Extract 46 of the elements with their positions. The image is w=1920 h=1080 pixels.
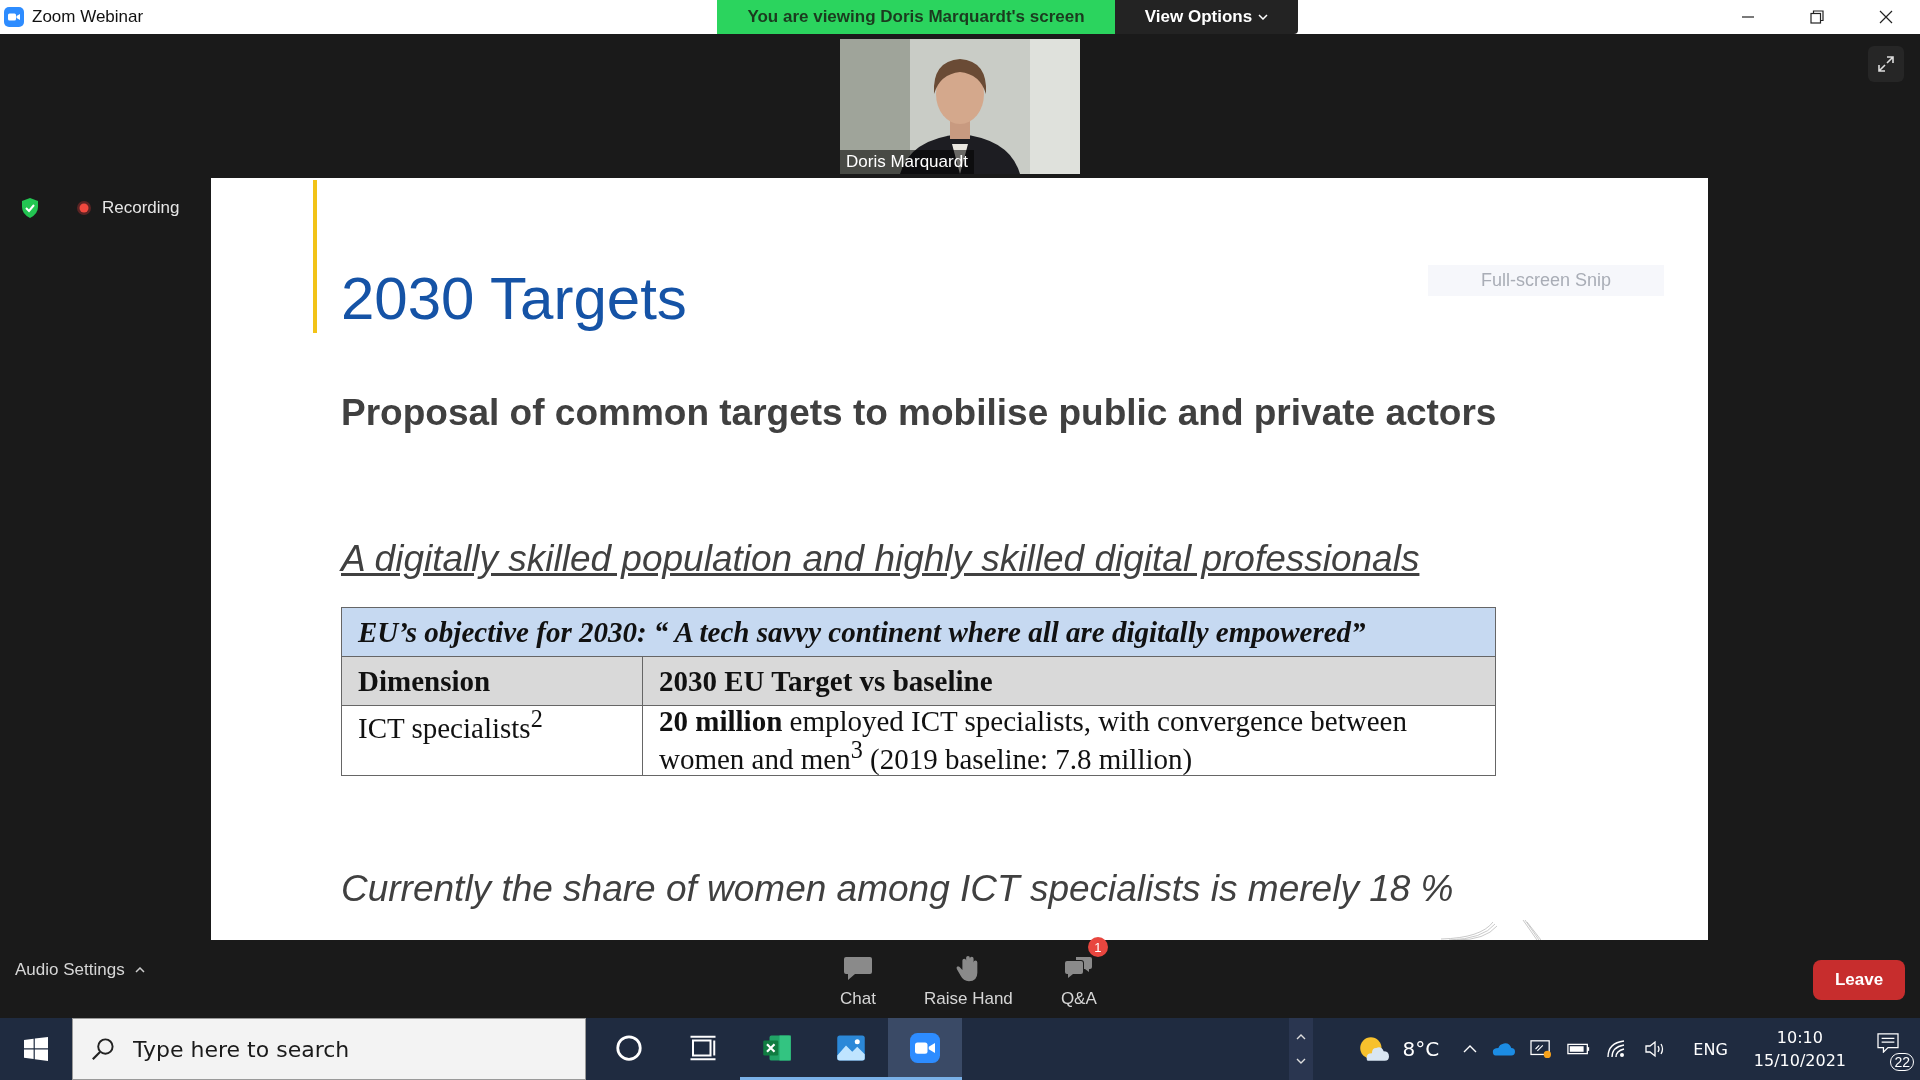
audio-settings-button[interactable]: Audio Settings <box>15 960 145 980</box>
zoom-logo-icon <box>4 7 24 27</box>
windows-icon <box>24 1037 48 1061</box>
chat-button[interactable]: Chat <box>812 935 904 1009</box>
table-cell: ICT specialists$^{2}$ <box>341 705 643 776</box>
slide-footer-text: Currently the share of women among ICT specialists is merely 18 % <box>341 867 1454 910</box>
shield-icon[interactable] <box>20 197 40 219</box>
recording-label: Recording <box>102 198 180 218</box>
close-icon[interactable] <box>1878 10 1893 24</box>
search-input[interactable]: Type here to search <box>131 1035 575 1063</box>
chevron-icon <box>1258 14 1269 20</box>
qa-button[interactable]: 1 Q&A <box>1032 935 1125 1009</box>
video-camera-icon <box>910 1032 940 1063</box>
window-title: Zoom Webinar <box>32 7 144 27</box>
clock[interactable]: 10:10 15/10/2021 <box>1753 1028 1846 1070</box>
scroll-arrows[interactable] <box>1288 1018 1313 1080</box>
view-options-button[interactable]: View Options <box>1115 0 1298 34</box>
notification-count: 22 <box>1890 1053 1914 1071</box>
expand-icon <box>1876 54 1896 74</box>
display-icon[interactable] <box>1529 1039 1554 1059</box>
search-icon <box>91 1037 115 1061</box>
fullscreen-button[interactable] <box>1868 46 1904 82</box>
column-header: Dimension <box>341 656 643 706</box>
section-heading: A digitally skilled population and highly skilled digital professionals <box>341 538 1420 580</box>
raise-hand-button[interactable]: Raise Hand <box>904 935 1033 1009</box>
leave-button[interactable]: Leave <box>1813 960 1905 1000</box>
language-indicator[interactable]: ENG <box>1693 1039 1728 1059</box>
notifications-icon[interactable] <box>1876 1033 1900 1053</box>
speech-bubble-icon <box>843 955 873 983</box>
column-header: 2030 EU Target vs baseline <box>642 656 1496 706</box>
search-box[interactable]: Type here to search <box>72 1018 586 1080</box>
participant-name: Doris Marquardt <box>840 150 974 174</box>
notification-badge: 1 <box>1087 937 1108 957</box>
temperature[interactable]: 8°C <box>1402 1037 1440 1061</box>
recording-icon <box>76 200 92 216</box>
table-cell: 20 million employed ICT specialists, with convergence between women and men$^{3}$ (2019 baseline: 7.8 million) <box>642 705 1496 776</box>
screen-share-banner: You are viewing Doris Marquardt's screen <box>717 0 1115 34</box>
table-caption: EU’s objective for 2030: “ A tech savvy continent where all are digitally empowered” <box>341 607 1496 657</box>
restore-icon[interactable] <box>1809 10 1824 24</box>
caret-icon[interactable] <box>1463 1044 1478 1054</box>
video-call-app-button[interactable] <box>888 1018 962 1080</box>
slide-title: 2030 Targets <box>341 264 687 333</box>
slide-subtitle: Proposal of common targets to mobilise public and private actors <box>341 392 1497 434</box>
caret-icon <box>134 967 145 973</box>
circle-icon <box>614 1032 644 1063</box>
snip-tooltip: Full-screen Snip <box>1428 265 1664 296</box>
